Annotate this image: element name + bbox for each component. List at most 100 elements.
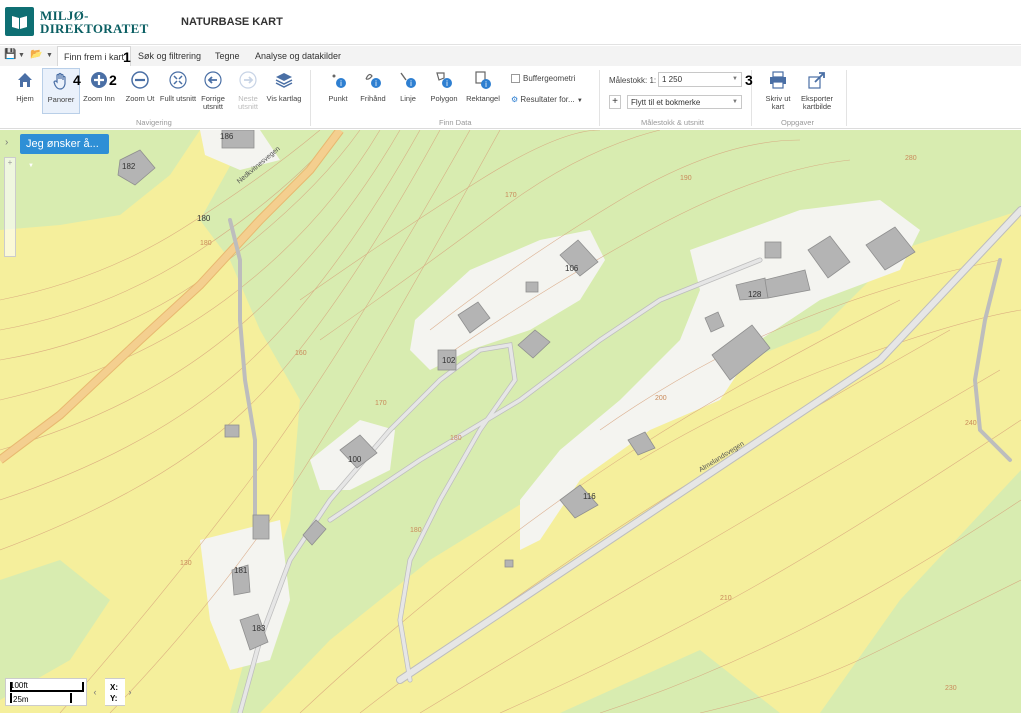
group-separator xyxy=(599,70,600,126)
export-icon xyxy=(808,72,825,89)
chevron-down-icon[interactable]: ▼ xyxy=(732,73,738,86)
point-info-icon: i xyxy=(332,74,346,88)
tab-analyse[interactable]: Analyse og datakilder xyxy=(249,46,347,66)
address-label: 106 xyxy=(565,264,579,273)
svg-text:180: 180 xyxy=(450,435,462,442)
save-icon[interactable]: 💾 xyxy=(4,49,16,60)
address-label: 102 xyxy=(442,356,456,365)
address-label: 100 xyxy=(348,455,362,464)
annotation-4: 4 xyxy=(73,72,81,88)
next-extent-button[interactable]: Neste utsnitt xyxy=(229,70,267,111)
group-label-navigering: Navigering xyxy=(136,118,172,127)
address-label: 181 xyxy=(234,566,248,575)
tab-tegne[interactable]: Tegne xyxy=(209,46,246,66)
freehand-info-icon: i xyxy=(365,73,381,88)
annotation-2: 2 xyxy=(109,72,117,88)
back-icon xyxy=(204,71,222,89)
svg-text:230: 230 xyxy=(945,685,957,692)
chevron-right-icon[interactable]: › xyxy=(125,683,135,701)
layers-icon xyxy=(275,73,293,88)
svg-text:210: 210 xyxy=(720,595,732,602)
forward-icon xyxy=(239,71,257,89)
address-label: 186 xyxy=(220,132,234,141)
zoom-in-icon xyxy=(91,72,107,88)
zoom-out-button[interactable]: Zoom Ut xyxy=(121,70,159,103)
rectangle-info-icon: i xyxy=(475,71,491,89)
group-separator xyxy=(846,70,847,126)
annotation-1: 1 xyxy=(123,49,131,65)
zoom-plus-icon[interactable]: + xyxy=(5,158,15,168)
svg-text:130: 130 xyxy=(180,560,192,567)
full-extent-icon xyxy=(169,71,187,89)
export-button[interactable]: Eksporter kartbilde xyxy=(797,70,837,111)
svg-text:i: i xyxy=(485,80,487,89)
group-separator xyxy=(310,70,311,126)
svg-text:170: 170 xyxy=(505,192,517,199)
line-info-icon: i xyxy=(400,72,416,88)
svg-text:180: 180 xyxy=(410,527,422,534)
address-label: 183 xyxy=(252,624,266,633)
rectangle-button[interactable]: i Rektangel xyxy=(464,70,502,103)
point-button[interactable]: i Punkt xyxy=(319,70,357,103)
expand-panel-icon[interactable]: › xyxy=(5,137,8,148)
annotation-3: 3 xyxy=(745,72,753,88)
tab-sok-filtrering[interactable]: Søk og filtrering xyxy=(132,46,207,66)
svg-text:170: 170 xyxy=(375,400,387,407)
logo-text: MILJØ- DIREKTORATET xyxy=(40,8,149,36)
address-label: 180 xyxy=(197,214,211,223)
coordinate-readout: X: Y: xyxy=(105,678,125,706)
home-button[interactable]: Hjem xyxy=(6,70,44,103)
polygon-info-icon: i xyxy=(436,72,452,88)
chevron-left-icon[interactable]: ‹ xyxy=(90,683,100,701)
svg-text:280: 280 xyxy=(905,155,917,162)
full-extent-button[interactable]: Fullt utsnitt xyxy=(159,70,197,103)
previous-extent-button[interactable]: Forrige utsnitt xyxy=(194,70,232,111)
address-label: 116 xyxy=(583,492,596,501)
scale-bar: 100ft 25m xyxy=(5,678,87,706)
address-label: 182 xyxy=(122,162,136,171)
freehand-button[interactable]: i Frihånd xyxy=(354,70,392,103)
svg-text:160: 160 xyxy=(295,350,307,357)
dropdown-icon[interactable]: ▼ xyxy=(18,52,25,59)
group-label-finn-data: Finn Data xyxy=(439,118,472,127)
svg-text:180: 180 xyxy=(200,240,212,247)
scale-input[interactable]: 1 250 ▼ xyxy=(658,72,742,87)
folder-icon[interactable]: 📂 xyxy=(30,49,42,60)
home-icon xyxy=(18,73,32,87)
menu-bar: 💾 ▼ 📂 ▼ Finn frem i kart Søk og filtreri… xyxy=(0,46,1021,66)
bookmark-select[interactable]: Flytt til et bokmerke ▼ xyxy=(627,95,742,109)
svg-text:i: i xyxy=(410,79,412,88)
polygon-button[interactable]: i Polygon xyxy=(425,70,463,103)
dropdown-icon[interactable]: ▼ xyxy=(46,52,53,59)
print-button[interactable]: Skriv ut kart xyxy=(759,70,797,111)
book-logo-icon xyxy=(5,7,34,36)
jeg-onsker-dropdown[interactable]: Jeg ønsker å... ▼ xyxy=(20,134,109,169)
tab-finn-frem[interactable]: Finn frem i kart xyxy=(57,46,132,66)
scale-line-top xyxy=(10,682,84,692)
svg-text:i: i xyxy=(375,79,377,88)
add-bookmark-button[interactable]: + xyxy=(609,95,621,109)
ribbon-toolbar: Hjem Panorer Zoom Inn Zoom Ut Fullt utsn… xyxy=(0,66,1021,129)
print-icon xyxy=(770,71,786,89)
zoom-slider[interactable]: + xyxy=(4,157,16,257)
svg-text:200: 200 xyxy=(655,395,667,402)
buffer-option[interactable]: Buffergeometri xyxy=(511,74,575,84)
zoom-out-icon xyxy=(131,71,149,89)
layers-button[interactable]: Vis kartlag xyxy=(265,70,303,103)
chevron-down-icon: ▼ xyxy=(576,98,583,104)
buffer-checkbox[interactable] xyxy=(511,74,520,84)
svg-text:190: 190 xyxy=(680,175,692,182)
group-label-oppgaver: Oppgaver xyxy=(781,118,814,127)
map-canvas[interactable]: 170 190 170 180 160 130 180 200 240 210 … xyxy=(0,130,1021,713)
app-header: MILJØ- DIREKTORATET NATURBASE KART xyxy=(0,0,1021,45)
chevron-down-icon: ▼ xyxy=(28,163,34,169)
scale-label: Målestokk: 1: xyxy=(609,76,657,85)
line-button[interactable]: i Linje xyxy=(389,70,427,103)
chevron-down-icon: ▼ xyxy=(732,99,738,105)
group-label-malestokk: Målestokk & utsnitt xyxy=(641,118,704,127)
hand-icon xyxy=(53,72,66,90)
results-dropdown[interactable]: ⚙ Resultater for... ▼ xyxy=(511,95,583,104)
svg-text:i: i xyxy=(446,79,448,88)
svg-text:240: 240 xyxy=(965,420,977,427)
results-icon: ⚙ xyxy=(511,95,519,104)
